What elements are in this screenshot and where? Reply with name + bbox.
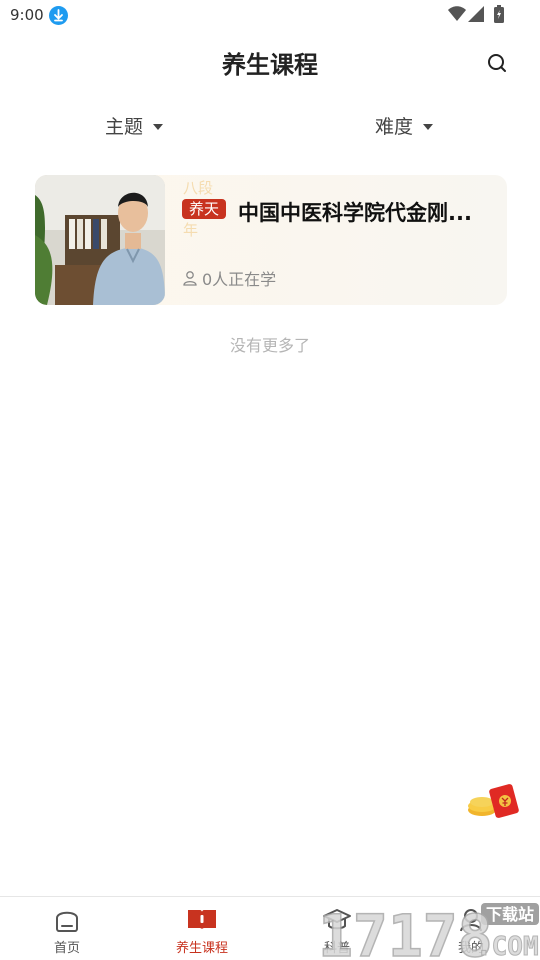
filter-difficulty-dropdown[interactable]: 难度	[375, 112, 434, 139]
filter-topic-dropdown[interactable]: 主题	[105, 112, 164, 139]
nav-course[interactable]: 养生课程	[147, 897, 257, 960]
course-book-icon	[187, 907, 217, 937]
nav-home[interactable]: 首页	[12, 897, 122, 960]
caret-down-icon	[423, 123, 434, 130]
download-icon	[49, 6, 68, 25]
learner-count: 0人正在学	[182, 266, 276, 290]
filter-difficulty-label: 难度	[375, 116, 414, 138]
page-title: 养生课程	[222, 51, 318, 79]
caret-down-icon	[153, 123, 164, 130]
nav-home-label: 首页	[53, 941, 80, 956]
battery-icon	[494, 5, 504, 27]
watermark-logo: 下载站 17178 .COM	[316, 899, 540, 960]
red-packet-button[interactable]	[466, 782, 526, 822]
course-tag: 养天	[182, 199, 226, 219]
search-button[interactable]	[484, 50, 510, 76]
course-card[interactable]: 八段 养天 年 中国中医科学院代金刚... 0人正在学	[35, 175, 507, 305]
course-thumbnail	[35, 175, 165, 305]
status-time: 9:00	[10, 6, 44, 24]
wifi-icon	[448, 6, 466, 26]
user-icon	[183, 271, 197, 286]
home-icon	[54, 907, 80, 937]
search-icon	[488, 54, 506, 72]
course-tag-overflow-top: 八段	[183, 179, 214, 197]
course-tag-overflow-bottom: 年	[183, 221, 199, 239]
filter-topic-label: 主题	[105, 116, 144, 138]
course-title: 中国中医科学院代金刚...	[238, 201, 472, 225]
nav-course-label: 养生课程	[175, 941, 228, 956]
learner-count-text: 0人正在学	[202, 270, 277, 289]
watermark-badge: 下载站	[486, 905, 534, 924]
red-packet-icon	[468, 784, 519, 818]
watermark-number: 17178	[318, 902, 493, 960]
list-end-text: 没有更多了	[229, 336, 310, 355]
watermark-suffix: .COM	[476, 932, 539, 960]
status-bar: 9:00	[0, 0, 540, 32]
signal-icon	[468, 6, 484, 26]
